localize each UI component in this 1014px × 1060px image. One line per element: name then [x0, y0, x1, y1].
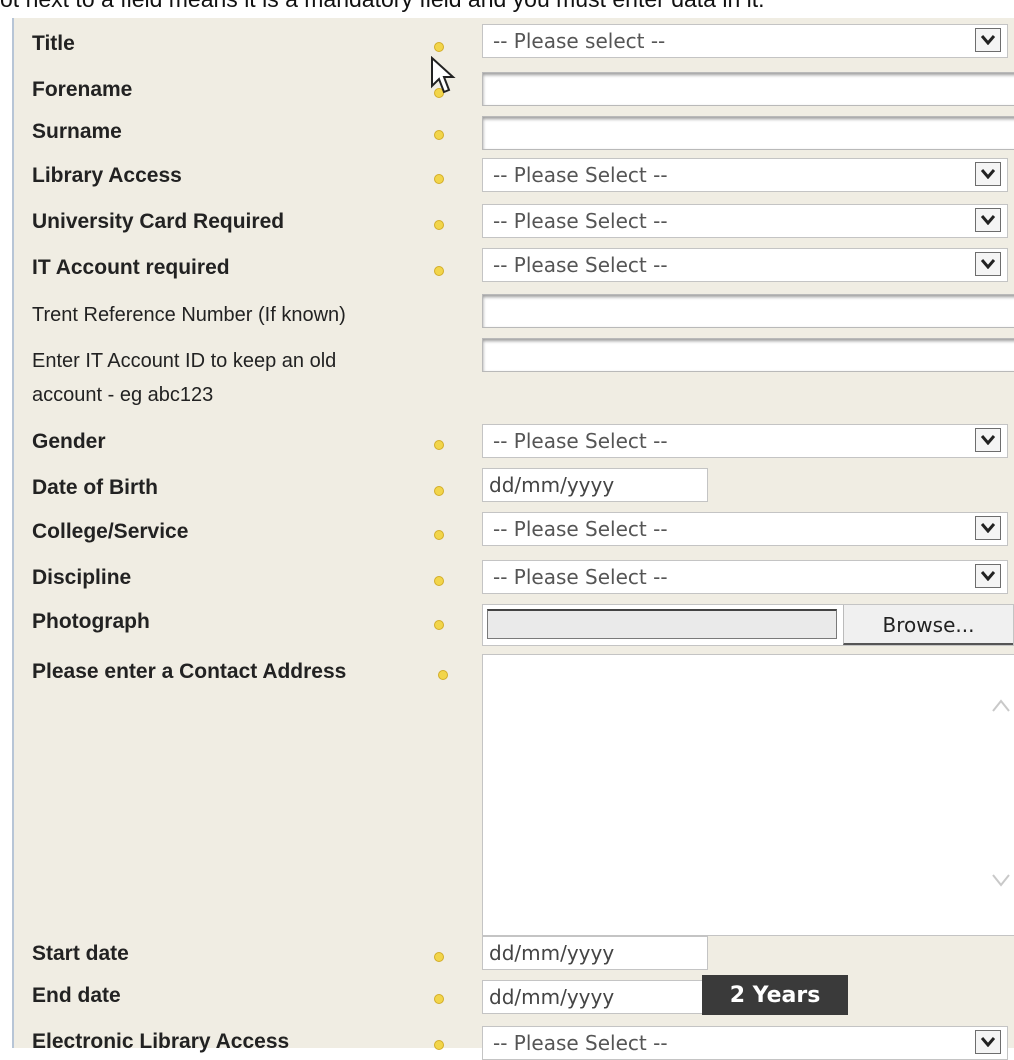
mandatory-dot-icon — [434, 42, 444, 52]
university-card-value: -- Please Select -- — [493, 209, 668, 233]
gender-label: Gender — [32, 430, 106, 453]
gender-value: -- Please Select -- — [493, 429, 668, 453]
surname-input[interactable] — [482, 116, 1014, 150]
it-account-id-input[interactable] — [482, 338, 1014, 372]
mouse-cursor-icon — [431, 56, 456, 94]
forename-label: Forename — [32, 78, 133, 101]
college-value: -- Please Select -- — [493, 517, 668, 541]
trent-ref-label: Trent Reference Number (If known) — [32, 304, 346, 326]
scroll-up-icon[interactable] — [992, 699, 1010, 712]
mandatory-dot-icon — [434, 1040, 444, 1050]
library-access-select[interactable]: -- Please Select -- — [482, 158, 1008, 192]
mandatory-dot-icon — [434, 576, 444, 586]
mandatory-dot-icon — [434, 620, 444, 630]
scroll-down-icon[interactable] — [992, 874, 1010, 887]
discipline-value: -- Please Select -- — [493, 565, 668, 589]
file-path-field[interactable] — [487, 609, 837, 639]
start-date-label: Start date — [32, 942, 129, 965]
library-access-value: -- Please Select -- — [493, 163, 668, 187]
surname-label: Surname — [32, 120, 122, 143]
registration-form: Title -- Please select -- Forename Surna… — [12, 18, 1014, 1060]
mandatory-dot-icon — [434, 130, 444, 140]
it-account-id-label-line2: account - eg abc123 — [32, 384, 214, 406]
university-card-label: University Card Required — [32, 210, 285, 233]
electronic-library-select[interactable]: -- Please Select -- — [482, 1026, 1008, 1060]
two-years-button[interactable]: 2 Years — [702, 975, 848, 1015]
it-account-select[interactable]: -- Please Select -- — [482, 248, 1008, 282]
it-account-value: -- Please Select -- — [493, 253, 668, 277]
dropdown-arrow-icon[interactable] — [975, 28, 1001, 52]
dropdown-arrow-icon[interactable] — [975, 252, 1001, 276]
title-select-value: -- Please select -- — [493, 29, 666, 53]
title-label: Title — [32, 32, 75, 55]
browse-button[interactable]: Browse... — [843, 605, 1013, 645]
mandatory-dot-icon — [434, 530, 444, 540]
contact-address-textarea[interactable] — [482, 654, 1014, 936]
it-account-id-label-line1: Enter IT Account ID to keep an old — [32, 350, 337, 372]
mandatory-dot-icon — [434, 220, 444, 230]
forename-input[interactable] — [482, 72, 1014, 106]
college-select[interactable]: -- Please Select -- — [482, 512, 1008, 546]
title-select[interactable]: -- Please select -- — [482, 24, 1008, 58]
electronic-library-label: Electronic Library Access — [32, 1030, 290, 1053]
dropdown-arrow-icon[interactable] — [975, 208, 1001, 232]
dob-input[interactable]: dd/mm/yyyy — [482, 468, 708, 502]
university-card-select[interactable]: -- Please Select -- — [482, 204, 1008, 238]
discipline-select[interactable]: -- Please Select -- — [482, 560, 1008, 594]
dropdown-arrow-icon[interactable] — [975, 428, 1001, 452]
photograph-label: Photograph — [32, 610, 150, 633]
textarea-scrollbar[interactable] — [987, 661, 1014, 927]
dropdown-arrow-icon[interactable] — [975, 564, 1001, 588]
dob-label: Date of Birth — [32, 476, 158, 499]
it-account-label: IT Account required — [32, 256, 230, 279]
mandatory-info-banner: ot next to a field means it is a mandato… — [0, 0, 1014, 16]
library-access-label: Library Access — [32, 164, 182, 187]
mandatory-dot-icon — [434, 174, 444, 184]
electronic-library-value: -- Please Select -- — [493, 1031, 668, 1055]
mandatory-dot-icon — [434, 440, 444, 450]
mandatory-dot-icon — [434, 486, 444, 496]
end-date-label: End date — [32, 984, 121, 1007]
college-label: College/Service — [32, 520, 189, 543]
contact-address-label: Please enter a Contact Address — [32, 660, 347, 683]
end-date-input[interactable]: dd/mm/yyyy — [482, 980, 708, 1014]
discipline-label: Discipline — [32, 566, 132, 589]
dropdown-arrow-icon[interactable] — [975, 516, 1001, 540]
mandatory-dot-icon — [434, 952, 444, 962]
start-date-input[interactable]: dd/mm/yyyy — [482, 936, 708, 970]
mandatory-dot-icon — [434, 266, 444, 276]
photograph-file-input[interactable]: Browse... — [482, 604, 1014, 646]
dropdown-arrow-icon[interactable] — [975, 162, 1001, 186]
mandatory-dot-icon — [434, 994, 444, 1004]
mandatory-dot-icon — [438, 670, 448, 680]
gender-select[interactable]: -- Please Select -- — [482, 424, 1008, 458]
trent-ref-input[interactable] — [482, 294, 1014, 328]
dropdown-arrow-icon[interactable] — [975, 1030, 1001, 1054]
